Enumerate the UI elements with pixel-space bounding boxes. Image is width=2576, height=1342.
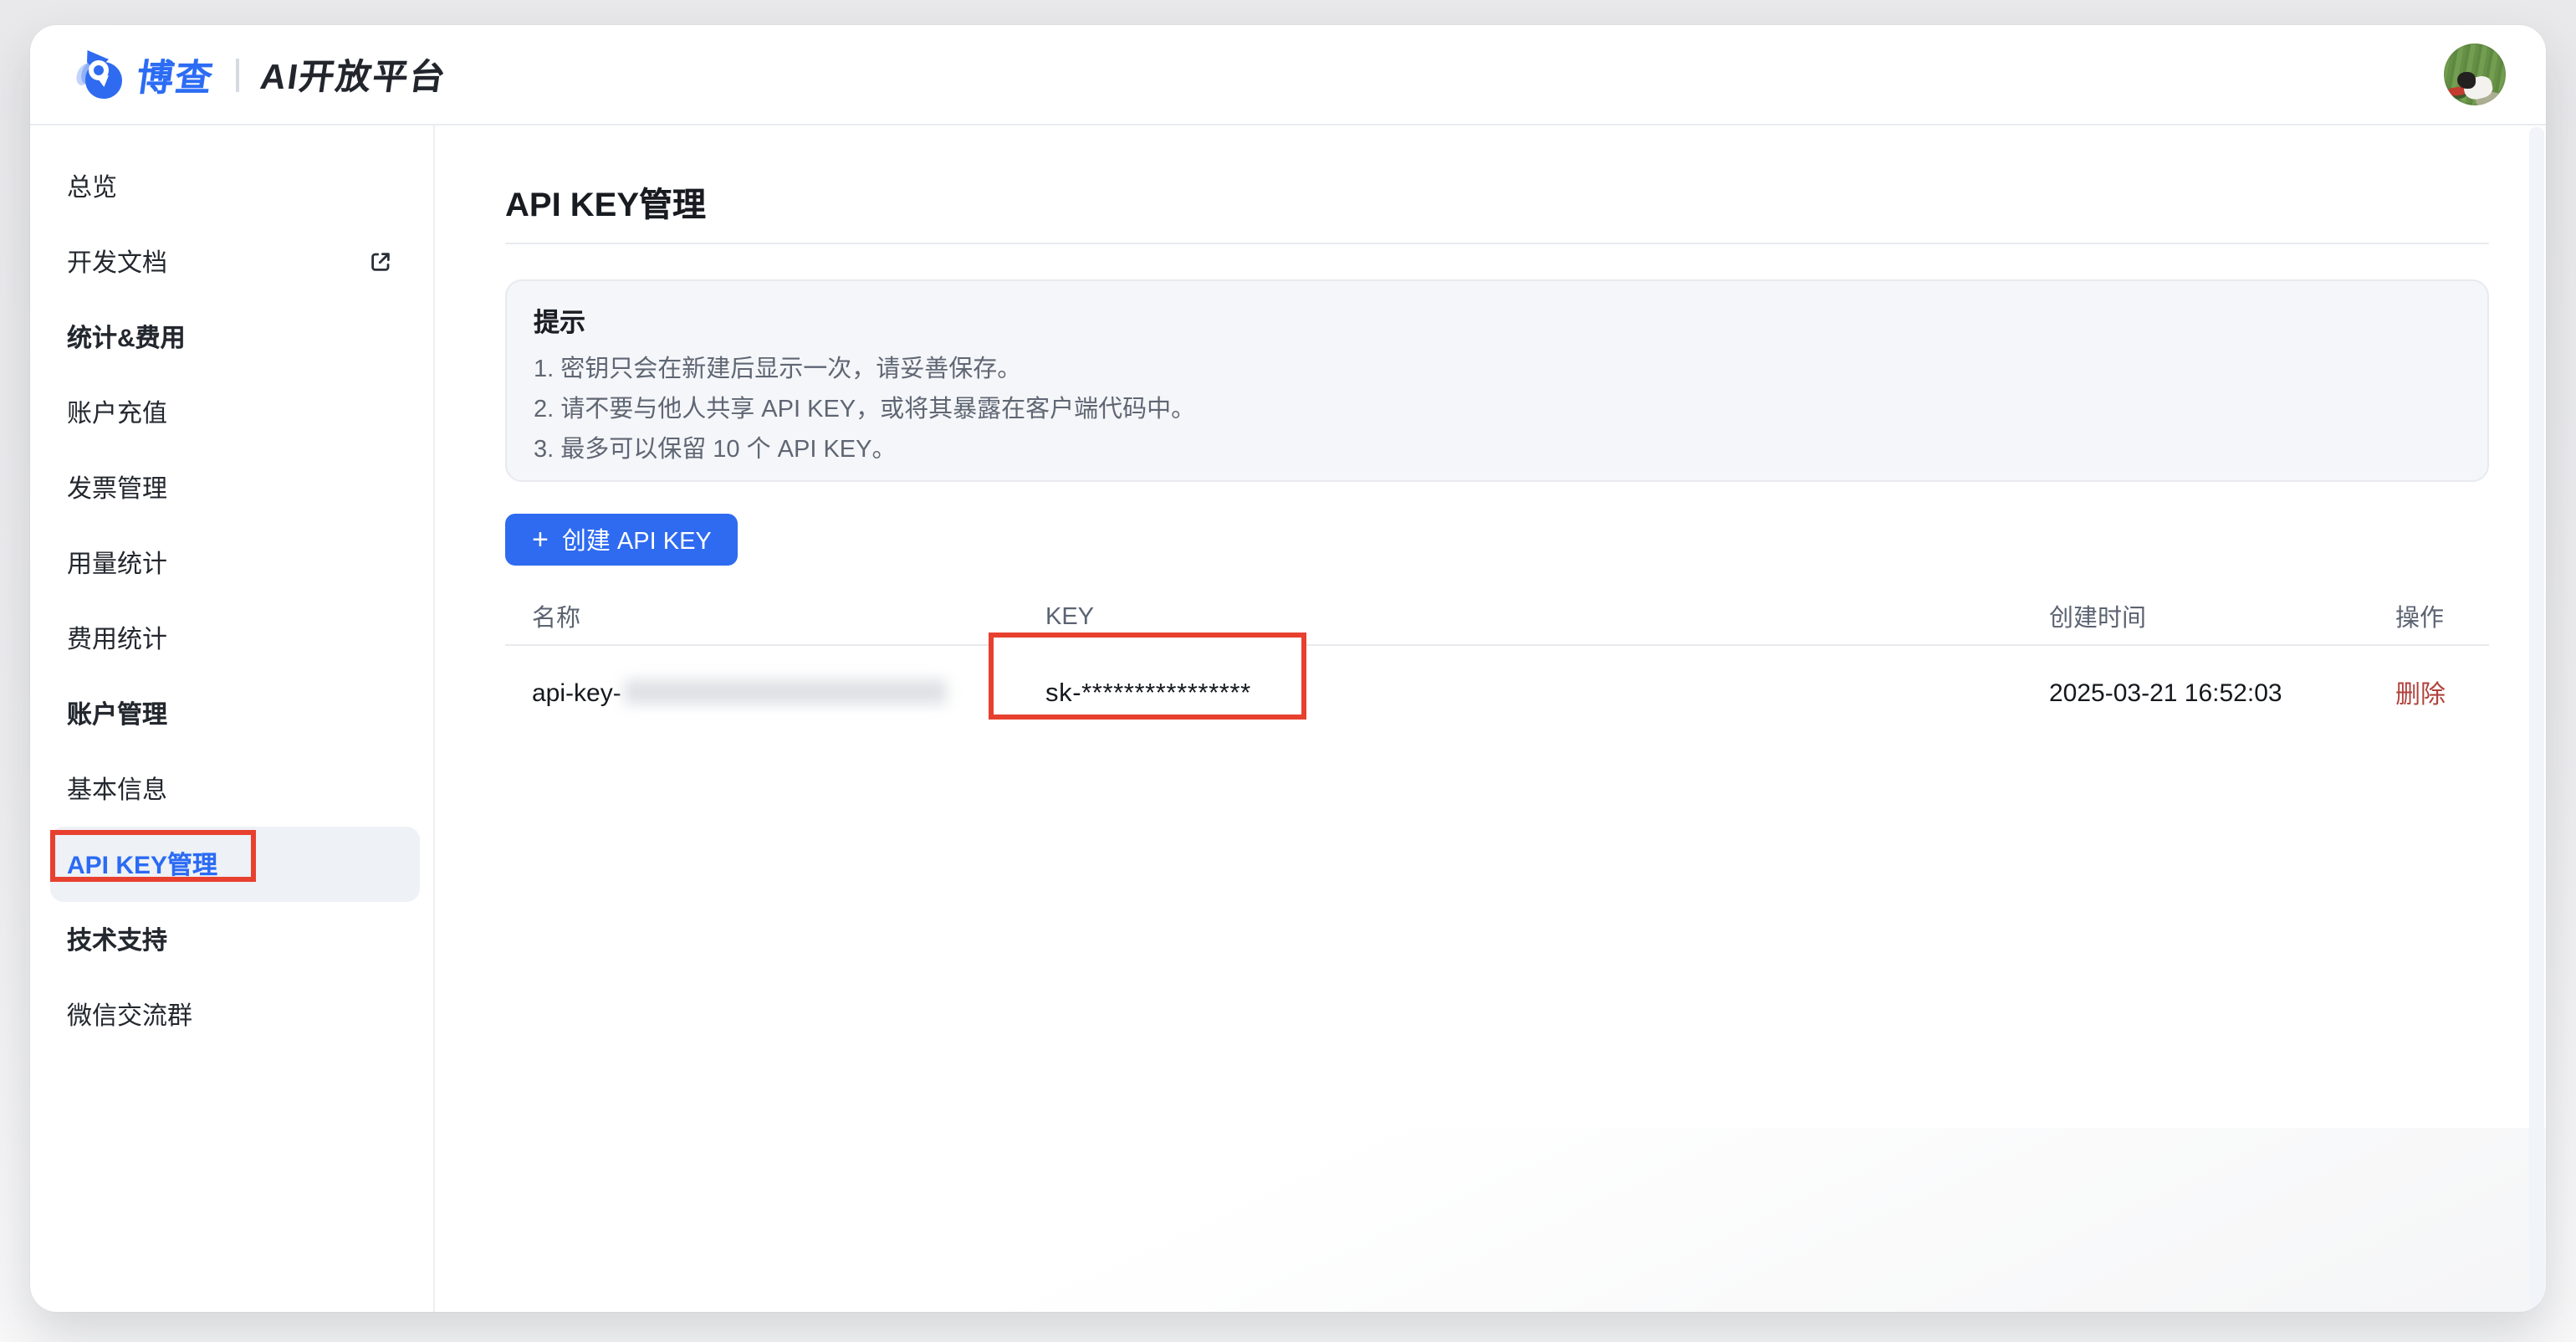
cell-name: api-key- <box>505 679 1019 708</box>
sidebar-section-label: 技术支持 <box>67 922 167 957</box>
sidebar-item-label: 基本信息 <box>67 771 167 807</box>
api-key-name-prefix: api-key- <box>532 679 621 708</box>
redacted-name-blur <box>625 679 948 704</box>
column-header-actions: 操作 <box>2369 599 2489 634</box>
tip-item: 1. 密钥只会在新建后显示一次，请妥善保存。 <box>534 350 2461 390</box>
column-header-name: 名称 <box>505 599 1019 634</box>
sidebar-item-wechat-group[interactable]: 微信交流群 <box>30 977 433 1053</box>
brand: 博查 AI开放平台 <box>80 48 447 101</box>
column-header-created: 创建时间 <box>2022 599 2369 634</box>
cell-created-at: 2025-03-21 16:52:03 <box>2022 679 2369 708</box>
api-key-table: 名称 KEY 创建时间 操作 api-key- sk-*************… <box>505 589 2489 741</box>
user-avatar[interactable] <box>2444 44 2506 105</box>
sidebar: 总览 开发文档 统计&费用 账户充值 <box>30 125 435 1312</box>
sidebar-section-label: 账户管理 <box>67 696 167 731</box>
page-title: API KEY管理 <box>505 181 2489 231</box>
sidebar-item-label: 发票管理 <box>67 470 167 505</box>
bocha-logo-icon <box>80 52 122 99</box>
sidebar-item-usage-stats[interactable]: 用量统计 <box>30 525 433 601</box>
platform-title: AI开放平台 <box>258 49 450 100</box>
main-content: API KEY管理 提示 1. 密钥只会在新建后显示一次，请妥善保存。 2. 请… <box>435 125 2546 1312</box>
cell-actions: 删除 <box>2369 676 2489 711</box>
column-header-key: KEY <box>1019 603 2022 630</box>
sidebar-item-label: 开发文档 <box>67 244 167 279</box>
sidebar-item-label: 费用统计 <box>67 621 167 656</box>
table-header-row: 名称 KEY 创建时间 操作 <box>505 589 2489 646</box>
tip-title: 提示 <box>534 303 2461 340</box>
screen: 博查 AI开放平台 总览 开发文档 <box>0 0 2576 1342</box>
sidebar-section-label: 统计&费用 <box>67 320 186 355</box>
sidebar-section-account: 账户管理 <box>30 676 433 751</box>
delete-link[interactable]: 删除 <box>2395 681 2446 709</box>
sidebar-item-recharge[interactable]: 账户充值 <box>30 375 433 450</box>
tip-item: 3. 最多可以保留 10 个 API KEY。 <box>534 430 2461 470</box>
sidebar-item-label: 账户充值 <box>67 395 167 430</box>
sidebar-item-invoices[interactable]: 发票管理 <box>30 450 433 525</box>
sidebar-item-cost-stats[interactable]: 费用统计 <box>30 601 433 676</box>
sidebar-item-label: API KEY管理 <box>67 847 217 882</box>
table-row: api-key- sk-**************** 2025-03-21 … <box>505 646 2489 741</box>
title-divider <box>505 243 2489 244</box>
sidebar-item-label: 用量统计 <box>67 546 167 581</box>
cell-key: sk-**************** <box>1019 679 2022 709</box>
brand-divider <box>236 58 239 91</box>
plus-icon: + <box>532 525 549 554</box>
api-key-masked-value: sk-**************** <box>1045 679 1251 707</box>
sidebar-item-docs[interactable]: 开发文档 <box>30 224 433 300</box>
external-link-icon <box>368 249 393 274</box>
scrollbar-track[interactable] <box>2529 127 2544 1309</box>
brand-name: 博查 <box>134 48 218 101</box>
sidebar-section-stats-fees: 统计&费用 <box>30 300 433 375</box>
sidebar-item-basic-info[interactable]: 基本信息 <box>30 751 433 827</box>
create-api-key-label: 创建 API KEY <box>562 522 712 557</box>
sidebar-item-label: 微信交流群 <box>67 997 192 1032</box>
create-api-key-button[interactable]: + 创建 API KEY <box>505 514 739 566</box>
sidebar-item-overview[interactable]: 总览 <box>30 149 433 224</box>
tip-box: 提示 1. 密钥只会在新建后显示一次，请妥善保存。 2. 请不要与他人共享 AP… <box>505 279 2489 482</box>
app-header: 博查 AI开放平台 <box>30 25 2546 125</box>
sidebar-section-support: 技术支持 <box>30 902 433 977</box>
app-window: 博查 AI开放平台 总览 开发文档 <box>30 25 2546 1312</box>
sidebar-item-label: 总览 <box>67 169 117 204</box>
tip-item: 2. 请不要与他人共享 API KEY，或将其暴露在客户端代码中。 <box>534 390 2461 430</box>
sidebar-item-api-key[interactable]: API KEY管理 <box>50 827 420 902</box>
